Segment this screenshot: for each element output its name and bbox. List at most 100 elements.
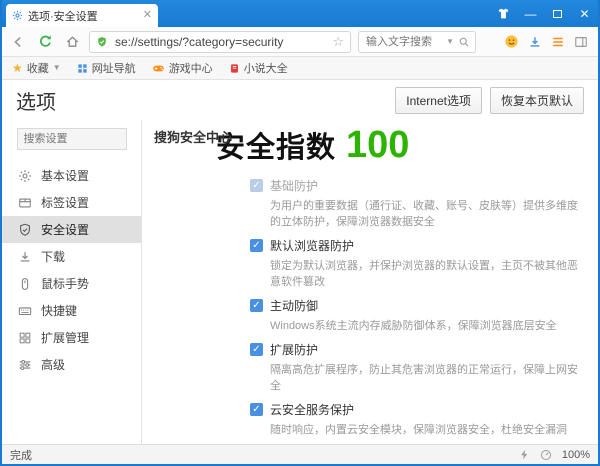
sidebar-item-advanced[interactable]: 高级 [2, 351, 141, 378]
sidebar-item-label: 高级 [41, 356, 65, 373]
speed-icon[interactable] [519, 449, 530, 460]
titlebar: 选项·安全设置 ✕ — ✕ [2, 0, 598, 27]
sidebar-item-label: 鼠标手势 [41, 275, 89, 292]
address-bar[interactable]: ☆ [89, 31, 351, 53]
option-label: 主动防御 [270, 297, 318, 314]
feedback-smiley-icon[interactable] [504, 34, 519, 49]
security-score: 安全指数 100 [216, 124, 584, 167]
sliders-icon [18, 358, 32, 372]
extensions-icon [18, 331, 32, 345]
home-button[interactable] [62, 32, 82, 52]
gamepad-icon [152, 62, 165, 75]
bookmark-label: 游戏中心 [169, 60, 213, 76]
bookmark-game-center[interactable]: 游戏中心 [152, 60, 213, 76]
browser-tab[interactable]: 选项·安全设置 ✕ [6, 4, 158, 27]
bookmark-nav-site[interactable]: 网址导航 [77, 60, 136, 76]
sidebar-item-security[interactable]: 安全设置 [2, 216, 141, 243]
sidebar-item-download[interactable]: 下载 [2, 243, 141, 270]
skin-button[interactable] [490, 0, 517, 27]
option-basic-protection: 基础防护 为用户的重要数据（通行证、收藏、账号、皮肤等）提供多维度的立体防护，保… [250, 177, 584, 229]
restore-defaults-button[interactable]: 恢复本页默认 [490, 87, 584, 114]
search-icon[interactable] [458, 36, 470, 48]
minimize-button[interactable]: — [517, 0, 544, 27]
tab-title: 选项·安全设置 [28, 8, 138, 24]
sidebar-item-label: 基本设置 [41, 167, 89, 184]
page-header: 选项 Internet选项 恢复本页默认 [2, 80, 598, 120]
option-default-browser-protection: 默认浏览器防护 锁定为默认浏览器，并保护浏览器的默认设置，主页不被其他恶意软件篡… [250, 237, 584, 289]
mouse-icon [18, 277, 32, 291]
browser-window: 选项·安全设置 ✕ — ✕ ☆ [0, 0, 600, 466]
search-input[interactable] [364, 35, 442, 49]
grid-icon [77, 63, 88, 74]
checkbox[interactable] [250, 179, 263, 192]
status-text: 完成 [10, 447, 32, 463]
sidebar-item-tabs[interactable]: 标签设置 [2, 189, 141, 216]
search-bar[interactable]: ▼ [358, 31, 476, 53]
option-label: 扩展防护 [270, 341, 318, 358]
section-security-center: 搜狗安全中心 安全指数 100 基础防护 为用户的重要数据（通行证、收藏、账号、… [154, 124, 584, 437]
sidebar-item-label: 标签设置 [41, 194, 89, 211]
settings-main: 搜狗安全中心 安全指数 100 基础防护 为用户的重要数据（通行证、收藏、账号、… [142, 120, 598, 444]
bookmark-label: 收藏 [27, 60, 49, 76]
option-active-defense: 主动防御 Windows系统主流内存威胁防御体系，保障浏览器底层安全 [250, 297, 584, 333]
option-description: 随时响应，内置云安全模块，保障浏览器安全，杜绝安全漏洞 [270, 421, 584, 437]
sidebar-item-label: 安全设置 [41, 221, 89, 238]
option-cloud-security: 云安全服务保护 随时响应，内置云安全模块，保障浏览器安全，杜绝安全漏洞 [250, 401, 584, 437]
section-heading: 搜狗安全中心 [154, 127, 246, 146]
tabs-icon [18, 196, 32, 210]
close-button[interactable]: ✕ [571, 0, 598, 27]
gauge-icon[interactable] [540, 449, 552, 461]
bookmark-label: 网址导航 [92, 60, 136, 76]
sidebar-item-label: 快捷键 [41, 302, 77, 319]
checkbox[interactable] [250, 299, 263, 312]
sidebar-panel-icon[interactable] [574, 35, 588, 49]
site-shield-icon [96, 36, 108, 48]
tab-favicon-icon [12, 10, 23, 21]
option-description: 隔离高危扩展程序，防止其危害浏览器的正常运行，保障上网安全 [270, 361, 584, 393]
download-icon[interactable] [528, 35, 542, 49]
tab-close-icon[interactable]: ✕ [143, 10, 152, 21]
sidebar-item-label: 扩展管理 [41, 329, 89, 346]
gear-icon [18, 169, 32, 183]
sidebar-item-shortcuts[interactable]: 快捷键 [2, 297, 141, 324]
checkbox[interactable] [250, 343, 263, 356]
refresh-button[interactable] [35, 32, 55, 52]
bookmark-novels[interactable]: 小说大全 [229, 60, 288, 76]
back-button[interactable] [8, 32, 28, 52]
page-title: 选项 [16, 86, 56, 115]
checkbox[interactable] [250, 239, 263, 252]
sidebar-item-basic[interactable]: 基本设置 [2, 162, 141, 189]
download-icon [18, 250, 32, 264]
sidebar-item-mouse-gestures[interactable]: 鼠标手势 [2, 270, 141, 297]
window-controls: — ✕ [490, 0, 598, 27]
option-label: 云安全服务保护 [270, 401, 354, 418]
option-label: 基础防护 [270, 177, 318, 194]
option-description: Windows系统主流内存威胁防御体系，保障浏览器底层安全 [270, 317, 584, 333]
settings-search-input[interactable] [17, 128, 127, 150]
settings-sidebar: 基本设置 标签设置 安全设置 下载 鼠标手势 快捷键 [2, 120, 142, 444]
sidebar-item-extensions[interactable]: 扩展管理 [2, 324, 141, 351]
toolbar-icons [504, 34, 592, 49]
option-extension-protection: 扩展防护 隔离高危扩展程序，防止其危害浏览器的正常运行，保障上网安全 [250, 341, 584, 393]
search-engine-caret-icon[interactable]: ▼ [446, 38, 454, 46]
option-description: 锁定为默认浏览器，并保护浏览器的默认设置，主页不被其他恶意软件篡改 [270, 257, 584, 289]
favorite-star-icon[interactable]: ☆ [332, 35, 344, 48]
internet-options-button[interactable]: Internet选项 [395, 87, 482, 114]
bookmark-label: 小说大全 [244, 60, 288, 76]
sidebar-item-label: 下载 [41, 248, 65, 265]
address-input[interactable] [113, 34, 327, 50]
checkbox[interactable] [250, 403, 263, 416]
toolbar: ☆ ▼ [2, 27, 598, 57]
statusbar-right: 100% [519, 449, 590, 461]
security-score-value: 100 [346, 124, 409, 167]
zoom-level[interactable]: 100% [562, 449, 590, 461]
book-icon [229, 63, 240, 74]
maximize-button[interactable] [544, 0, 571, 27]
bookmark-favorites[interactable]: ★ 收藏 ▼ [12, 60, 61, 76]
page-body: 基本设置 标签设置 安全设置 下载 鼠标手势 快捷键 [2, 120, 598, 444]
menu-icon[interactable] [551, 35, 565, 49]
header-buttons: Internet选项 恢复本页默认 [395, 87, 584, 114]
keyboard-icon [18, 304, 32, 318]
star-icon: ★ [12, 62, 23, 74]
option-label: 默认浏览器防护 [270, 237, 354, 254]
